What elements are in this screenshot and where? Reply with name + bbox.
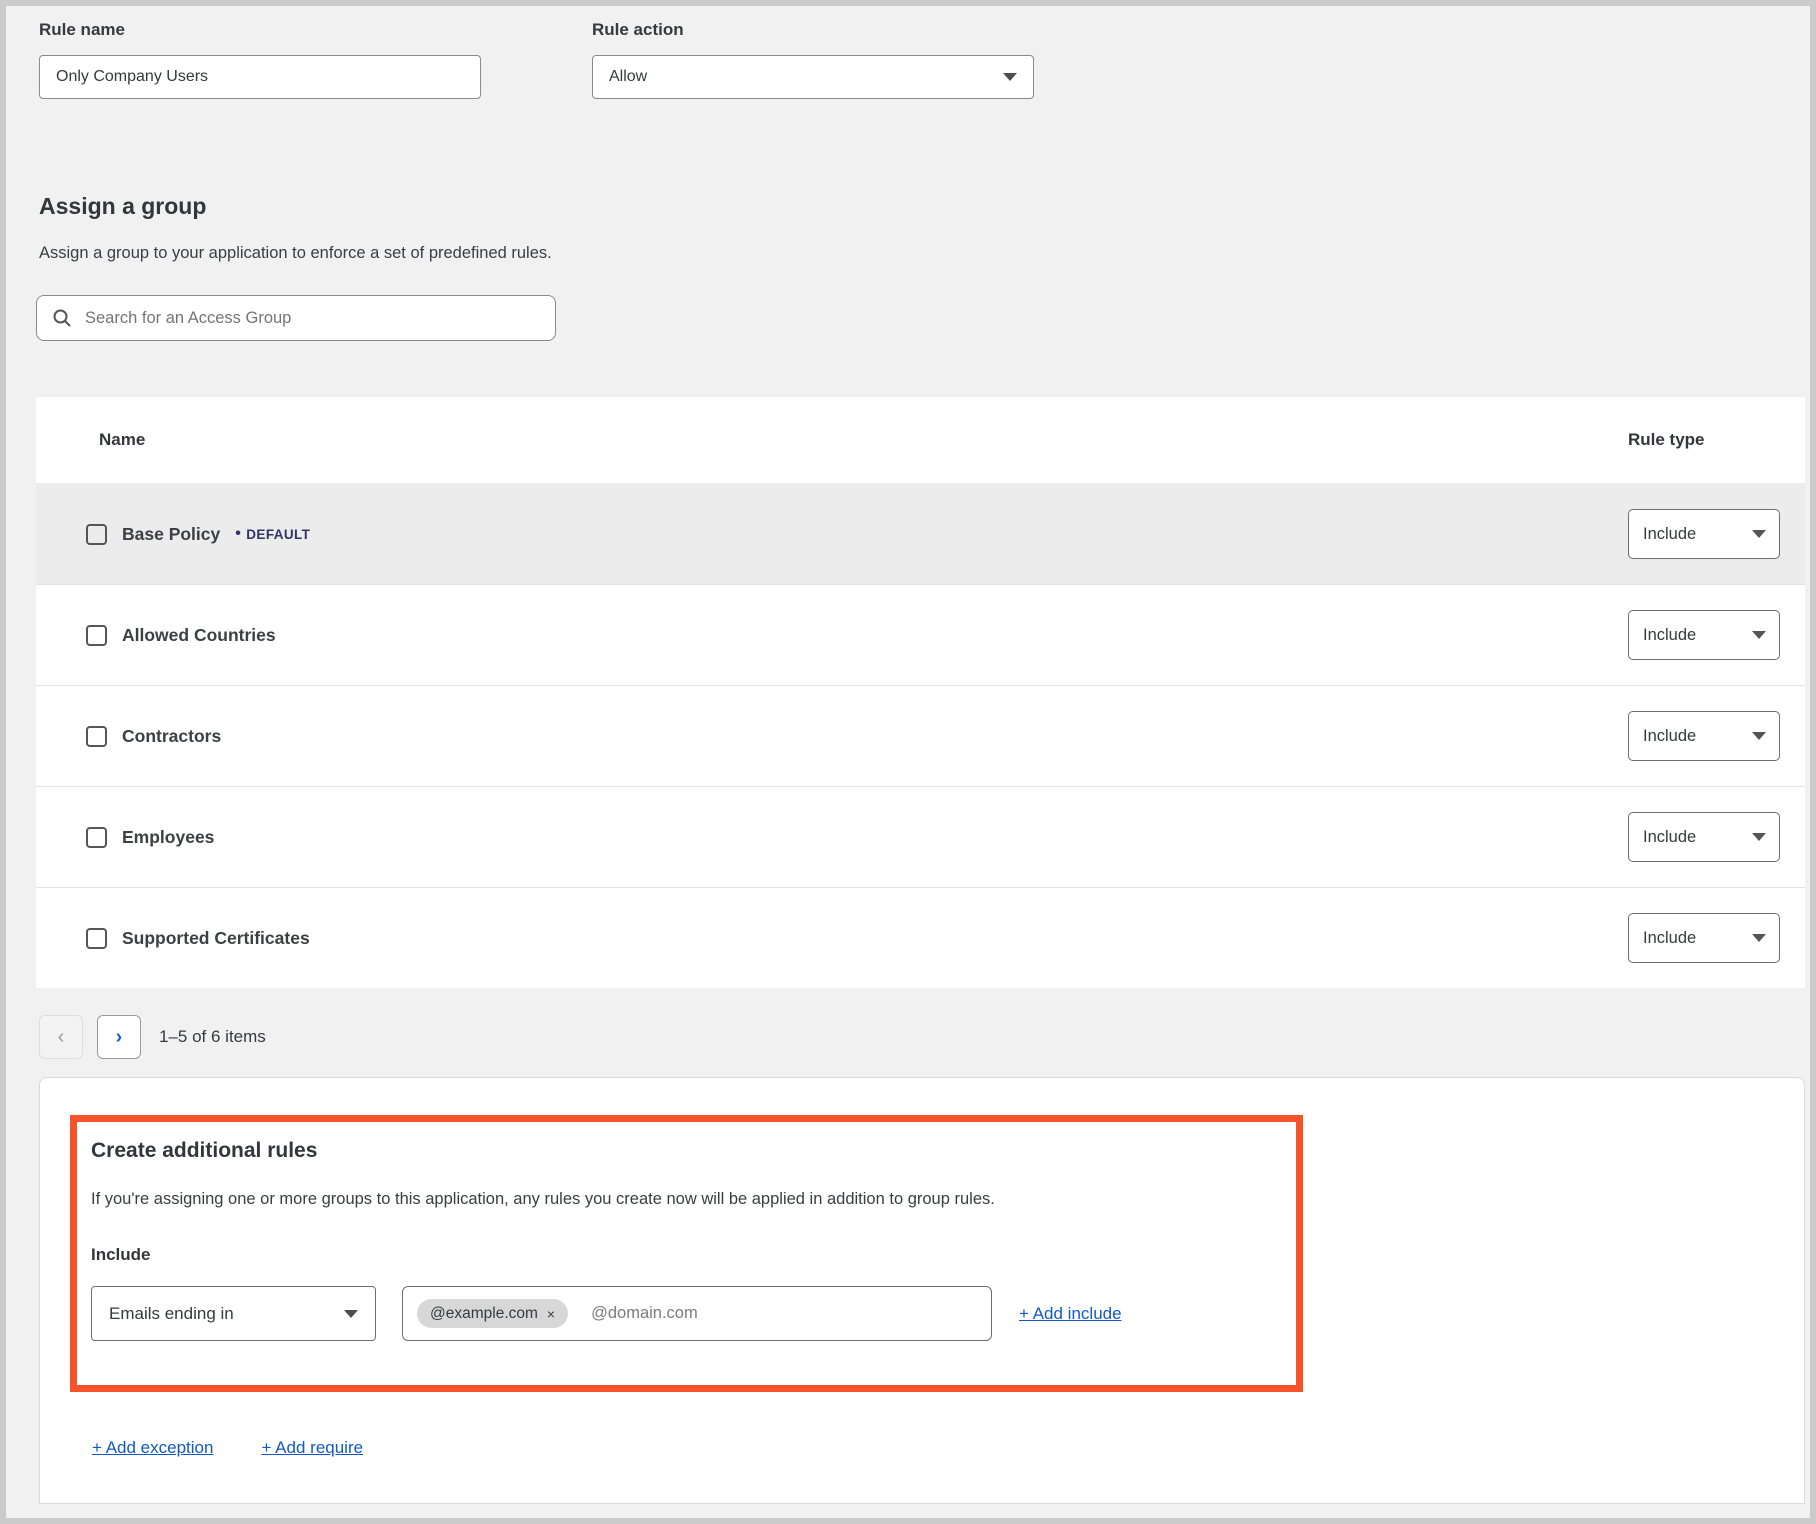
column-header-rule-type: Rule type xyxy=(1628,430,1780,450)
prev-page-button[interactable]: ‹ xyxy=(39,1015,83,1059)
rule-selector-select[interactable]: Emails ending in xyxy=(91,1286,376,1341)
highlighted-section: Create additional rules If you're assign… xyxy=(70,1115,1303,1392)
rule-type-select[interactable]: Include xyxy=(1628,812,1780,862)
row-checkbox[interactable] xyxy=(86,726,107,747)
pagination: ‹ › 1–5 of 6 items xyxy=(39,1015,1810,1059)
next-page-button[interactable]: › xyxy=(97,1015,141,1059)
rule-action-label: Rule action xyxy=(592,20,1034,40)
page: Rule name Only Company Users Rule action… xyxy=(0,0,1816,1524)
group-table-body: Base Policy • DEFAULT Include Allowed Co… xyxy=(36,483,1805,988)
additional-rules-title: Create additional rules xyxy=(91,1139,1276,1163)
table-row: Supported Certificates Include xyxy=(36,887,1805,988)
chevron-down-icon xyxy=(1752,530,1766,538)
assign-group-title: Assign a group xyxy=(39,193,1810,220)
rule-selector-value: Emails ending in xyxy=(109,1304,234,1324)
rule-name-value: Only Company Users xyxy=(56,68,208,86)
row-checkbox[interactable] xyxy=(86,827,107,848)
rule-type-select[interactable]: Include xyxy=(1628,913,1780,963)
rule-name-input[interactable]: Only Company Users xyxy=(39,55,481,99)
additional-rules-description: If you're assigning one or more groups t… xyxy=(91,1190,1276,1209)
chevron-right-icon: › xyxy=(116,1027,123,1047)
add-include-link[interactable]: + Add include xyxy=(1019,1304,1122,1323)
email-chip-label: @example.com xyxy=(430,1305,538,1323)
include-rule-row: Emails ending in @example.com × @domain.… xyxy=(91,1286,1276,1341)
chevron-down-icon xyxy=(1752,833,1766,841)
access-group-table: Name Rule type Base Policy • DEFAULT Inc… xyxy=(36,397,1805,988)
assign-group-description: Assign a group to your application to en… xyxy=(39,244,1810,263)
chevron-down-icon xyxy=(1752,631,1766,639)
table-row: Contractors Include xyxy=(36,685,1805,786)
rule-type-select[interactable]: Include xyxy=(1628,509,1780,559)
table-row: Base Policy • DEFAULT Include xyxy=(36,483,1805,584)
row-checkbox[interactable] xyxy=(86,928,107,949)
column-header-name: Name xyxy=(99,430,145,450)
search-icon xyxy=(52,308,72,328)
add-exception-link[interactable]: + Add exception xyxy=(92,1438,213,1458)
remove-chip-icon[interactable]: × xyxy=(547,1306,555,1322)
rule-action-value: Allow xyxy=(609,68,647,86)
add-require-link[interactable]: + Add require xyxy=(261,1438,363,1458)
default-badge: • DEFAULT xyxy=(235,526,310,542)
row-name: Supported Certificates xyxy=(122,928,310,949)
pagination-label: 1–5 of 6 items xyxy=(159,1027,266,1047)
chevron-down-icon xyxy=(1752,732,1766,740)
access-group-search-input[interactable]: Search for an Access Group xyxy=(36,295,556,341)
row-name: Base Policy xyxy=(122,524,220,545)
table-row: Employees Include xyxy=(36,786,1805,887)
footer-links: + Add exception + Add require xyxy=(92,1438,1804,1458)
include-label: Include xyxy=(91,1245,1276,1265)
email-chip: @example.com × xyxy=(417,1299,568,1328)
rule-name-field-group: Rule name Only Company Users xyxy=(39,20,481,99)
email-input-placeholder: @domain.com xyxy=(591,1304,698,1323)
row-name: Contractors xyxy=(122,726,221,747)
chevron-down-icon xyxy=(344,1310,358,1318)
chevron-down-icon xyxy=(1752,934,1766,942)
chevron-left-icon: ‹ xyxy=(58,1027,65,1047)
row-checkbox[interactable] xyxy=(86,524,107,545)
row-checkbox[interactable] xyxy=(86,625,107,646)
rule-type-select[interactable]: Include xyxy=(1628,711,1780,761)
rule-type-select[interactable]: Include xyxy=(1628,610,1780,660)
email-domain-input[interactable]: @example.com × @domain.com xyxy=(402,1286,992,1341)
rule-action-field-group: Rule action Allow xyxy=(592,20,1034,99)
search-placeholder: Search for an Access Group xyxy=(85,309,291,328)
badge-dot-icon: • xyxy=(235,526,241,542)
row-name: Employees xyxy=(122,827,214,848)
rule-form: Rule name Only Company Users Rule action… xyxy=(39,20,1810,99)
rule-name-label: Rule name xyxy=(39,20,481,40)
chevron-down-icon xyxy=(1003,73,1017,81)
additional-rules-card: Create additional rules If you're assign… xyxy=(39,1077,1805,1504)
row-name: Allowed Countries xyxy=(122,625,276,646)
rule-action-select[interactable]: Allow xyxy=(592,55,1034,99)
table-header: Name Rule type xyxy=(36,397,1805,483)
table-row: Allowed Countries Include xyxy=(36,584,1805,685)
